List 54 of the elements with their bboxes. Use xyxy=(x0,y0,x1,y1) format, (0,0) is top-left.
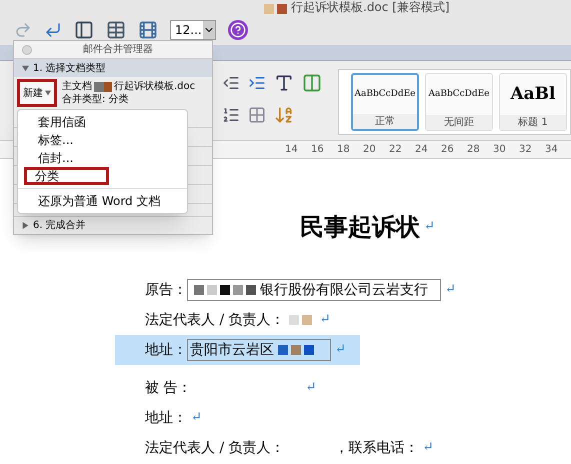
document-text: 原告： xyxy=(145,280,187,300)
help-icon[interactable] xyxy=(228,20,248,40)
paragraph-mark: ↵ xyxy=(335,341,346,360)
menu-item[interactable]: 分类 xyxy=(24,167,109,185)
redacted-mark xyxy=(264,4,287,14)
new-button[interactable]: 新建 xyxy=(17,79,57,107)
list-icon[interactable] xyxy=(222,106,240,124)
indent-icon[interactable] xyxy=(222,74,240,92)
redacted-mark xyxy=(94,82,112,92)
paragraph-mark: ↵ xyxy=(191,409,202,428)
table-icon[interactable] xyxy=(106,20,126,40)
document-text: 贵阳市云岩区 xyxy=(190,340,274,360)
window-title: 行起诉状模板.doc [兼容模式] xyxy=(291,0,450,14)
indent-icon[interactable] xyxy=(248,74,266,92)
document-text: 地址： xyxy=(145,408,187,428)
paragraph-mark: ↵ xyxy=(445,281,456,300)
main-document-label: 主文档 xyxy=(62,80,92,93)
form-field[interactable]: 贵阳市云岩区 xyxy=(187,339,331,361)
style-option[interactable]: AaBbCcDdEe 无间距 xyxy=(425,73,493,131)
borders-icon[interactable] xyxy=(248,106,266,124)
document-text: 银行股份有限公司云岩支行 xyxy=(260,280,428,300)
document-name: 行起诉状模板.doc xyxy=(114,80,196,93)
paragraph-mark: ↵ xyxy=(305,379,316,398)
paragraph-mark: ↵ xyxy=(422,439,434,458)
document-title: 民事起诉状 xyxy=(300,211,420,243)
document-text: 地址： xyxy=(145,340,187,360)
document-text: 法定代表人 / 负责人： xyxy=(145,438,285,458)
zoom-field[interactable]: 12... xyxy=(170,20,216,40)
layout-icon[interactable] xyxy=(74,20,94,40)
paragraph-mark: ↵ xyxy=(424,218,435,236)
columns-icon[interactable] xyxy=(302,73,322,93)
collapse-triangle-icon xyxy=(22,64,29,72)
redacted-mark xyxy=(194,285,256,295)
menu-item[interactable]: 套用信函 xyxy=(24,113,86,131)
expand-triangle-icon xyxy=(22,222,29,229)
sort-icon[interactable] xyxy=(274,105,294,125)
text-style-icon[interactable] xyxy=(274,73,294,93)
step-header[interactable]: 6. 完成合并 xyxy=(14,216,212,234)
menu-item[interactable]: 还原为普通 Word 文档 xyxy=(24,192,160,210)
style-option[interactable]: AaBbCcDdEe 正常 xyxy=(351,73,419,131)
panel-title: 邮件合并管理器 xyxy=(82,42,154,57)
style-option[interactable]: AaBl 标题 1 xyxy=(499,73,567,131)
step-header[interactable]: 1. 选择文档类型 xyxy=(14,59,212,77)
redacted-mark xyxy=(278,345,314,355)
redacted-mark xyxy=(288,315,312,325)
form-field[interactable]: 银行股份有限公司云岩支行 xyxy=(187,279,441,301)
merge-type: 合并类型: 分类 xyxy=(62,93,130,106)
document-text: ，联系电话： xyxy=(334,438,419,458)
return-arrow-icon[interactable] xyxy=(44,20,62,38)
caret-icon xyxy=(45,90,51,96)
document-text: 法定代表人 / 负责人： xyxy=(145,310,285,330)
media-icon[interactable] xyxy=(138,20,158,40)
document-text: 被 告： xyxy=(145,378,192,398)
paragraph-mark: ↵ xyxy=(320,311,331,330)
